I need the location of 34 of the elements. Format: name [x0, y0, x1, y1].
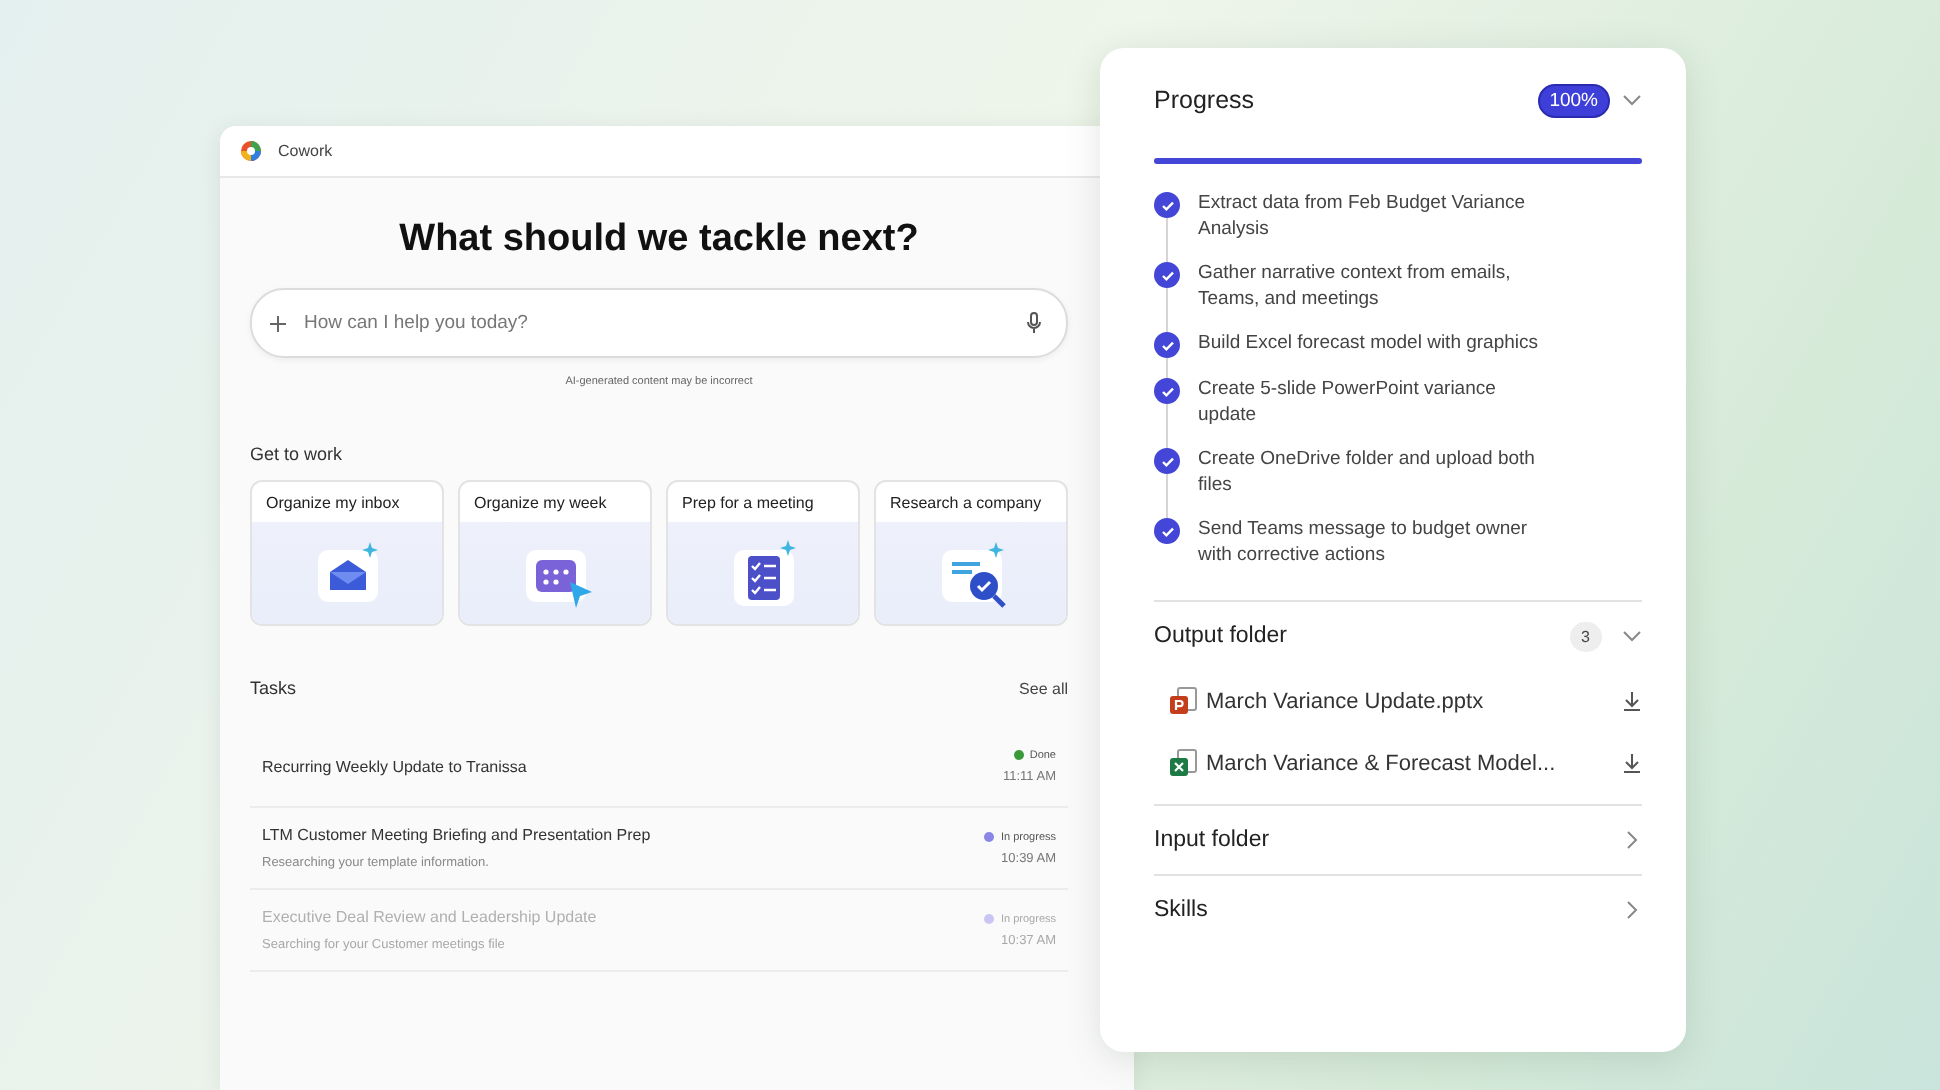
step-text: Send Teams message to budget owner with corrective actions — [1198, 518, 1530, 568]
task-title[interactable]: LTM Customer Meeting Briefing and Presentation Prep — [262, 826, 651, 844]
section-title: Tasks — [250, 678, 297, 698]
app-logo-icon — [240, 140, 262, 162]
download-icon — [1622, 690, 1642, 712]
excel-file-icon — [1168, 748, 1198, 778]
section-title: Get to work — [250, 444, 345, 464]
suggestion-card[interactable]: Organize my week — [458, 480, 652, 626]
task-title[interactable]: Recurring Weekly Update to Tranissa — [262, 757, 527, 775]
percent-badge: 100% — [1537, 83, 1610, 117]
file-name[interactable]: March Variance & Forecast Model... — [1206, 751, 1614, 775]
plus-icon — [268, 313, 288, 333]
download-icon — [1622, 752, 1642, 774]
section-header[interactable]: Skills — [1154, 898, 1622, 922]
step-text: Extract data from Feb Budget Variance Analysis — [1198, 192, 1528, 242]
step-text: Create 5-slide PowerPoint variance update — [1198, 378, 1498, 428]
suggestion-card[interactable]: Research a company — [874, 480, 1068, 626]
file-name[interactable]: March Variance Update.pptx — [1206, 689, 1614, 713]
microphone-icon — [1026, 312, 1042, 334]
main-heading: What should we tackle next? — [397, 218, 921, 262]
step-text: Create OneDrive folder and upload both files — [1198, 448, 1537, 498]
app-title: Cowork — [278, 142, 333, 160]
suggestion-card[interactable]: Prep for a meeting — [666, 480, 860, 626]
prompt-bar[interactable]: How can I help you today? — [250, 288, 1068, 358]
suggestion-card[interactable]: Organize my inbox — [250, 480, 444, 626]
count-badge: 3 — [1569, 621, 1602, 651]
see-all-link[interactable]: See all — [1019, 679, 1068, 697]
prompt-field[interactable]: How can I help you today? — [300, 310, 1014, 336]
step-text: Build Excel forecast model with graphics — [1198, 332, 1539, 358]
step-text: Gather narrative context from emails, Teams, and meetings — [1198, 262, 1513, 312]
section-header[interactable]: Input folder — [1154, 828, 1622, 852]
powerpoint-file-icon — [1168, 686, 1198, 716]
section-header[interactable]: Output folder — [1154, 624, 1570, 648]
panel-title: Progress — [1154, 86, 1257, 114]
